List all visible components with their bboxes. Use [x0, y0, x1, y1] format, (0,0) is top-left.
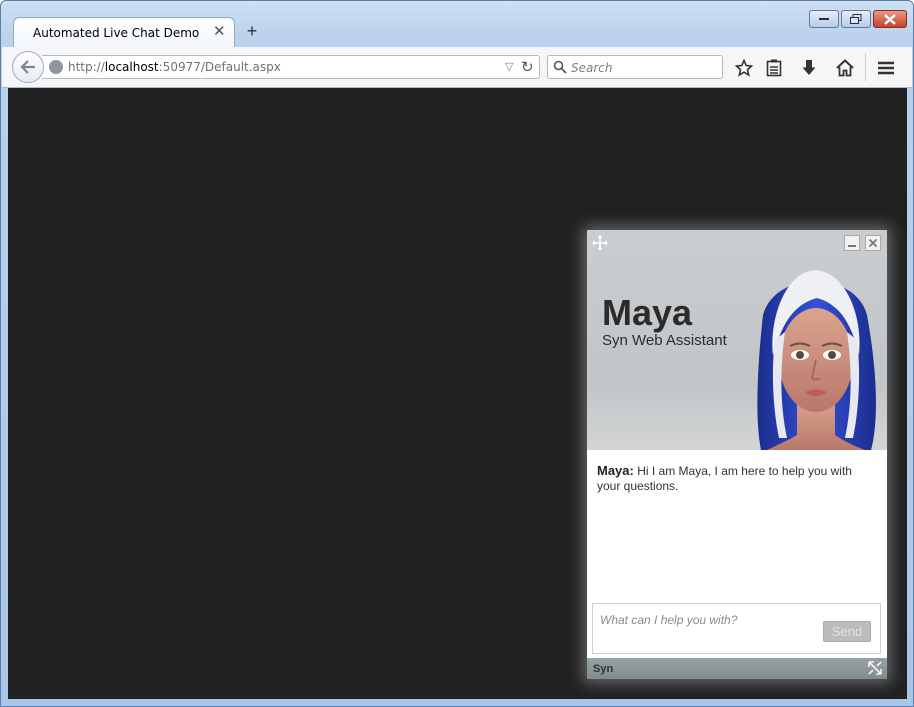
back-icon	[20, 60, 35, 74]
restore-button[interactable]	[841, 10, 871, 28]
address-bar[interactable]: http://localhost:50977/Default.aspx ▽ ↻	[42, 55, 540, 79]
chat-message: Maya: Hi I am Maya, I am here to help yo…	[597, 463, 877, 494]
url-scheme: http://	[68, 60, 105, 74]
chat-footer: Syn	[587, 658, 887, 679]
globe-icon	[49, 60, 63, 74]
bookmark-star-button[interactable]	[733, 57, 755, 79]
toolbar-separator	[865, 53, 866, 81]
close-icon	[884, 13, 896, 25]
chat-input[interactable]: What can I help you with? Send	[592, 603, 881, 654]
minimize-icon	[848, 245, 856, 247]
restore-icon	[850, 14, 862, 24]
chat-input-placeholder: What can I help you with?	[600, 613, 738, 627]
avatar-image	[757, 270, 876, 450]
chat-messages: Maya: Hi I am Maya, I am here to help yo…	[587, 450, 887, 600]
menu-icon	[878, 61, 894, 75]
close-icon	[868, 238, 878, 248]
tab-active[interactable]: Automated Live Chat Demo ✕	[13, 17, 235, 47]
message-author: Maya:	[597, 463, 634, 478]
chat-widget: Maya Syn Web Assistant Maya: Hi I am May…	[587, 230, 887, 679]
search-icon	[553, 60, 567, 74]
tab-title: Automated Live Chat Demo	[33, 26, 200, 40]
expand-icon[interactable]	[868, 661, 882, 675]
new-tab-button[interactable]: +	[244, 21, 260, 41]
send-button[interactable]: Send	[823, 621, 871, 642]
footer-label: Syn	[593, 663, 614, 675]
search-box[interactable]: Search	[547, 55, 723, 79]
url-host: localhost	[104, 60, 159, 74]
minimize-button[interactable]	[809, 10, 839, 28]
url-text: http://localhost:50977/Default.aspx	[68, 60, 281, 74]
browser-window: Automated Live Chat Demo ✕ + http://loca…	[0, 0, 914, 707]
close-button[interactable]	[873, 10, 907, 28]
tab-close-icon[interactable]: ✕	[213, 24, 226, 40]
downloads-button[interactable]	[798, 57, 820, 79]
window-controls	[809, 10, 907, 28]
menu-button[interactable]	[875, 57, 897, 79]
url-path: :50977/Default.aspx	[158, 60, 281, 74]
home-button[interactable]	[834, 57, 856, 79]
agent-role: Syn Web Assistant	[602, 332, 727, 349]
message-text: Hi I am Maya, I am here to help you with…	[597, 464, 852, 493]
chat-header: Maya Syn Web Assistant	[587, 230, 887, 450]
navigation-toolbar: http://localhost:50977/Default.aspx ▽ ↻ …	[2, 47, 912, 88]
history-dropdown-icon[interactable]: ▽	[505, 60, 513, 73]
star-icon	[735, 59, 753, 77]
download-icon	[802, 60, 816, 75]
reading-list-icon	[766, 59, 782, 77]
reading-list-button[interactable]	[763, 57, 785, 79]
move-icon[interactable]	[592, 235, 608, 251]
back-button[interactable]	[12, 51, 44, 83]
agent-name: Maya	[602, 292, 693, 333]
title-bar: Automated Live Chat Demo ✕ +	[1, 1, 913, 47]
chat-close-button[interactable]	[865, 235, 881, 251]
chat-minimize-button[interactable]	[844, 235, 860, 251]
reload-icon[interactable]: ↻	[521, 58, 534, 76]
search-placeholder: Search	[571, 61, 613, 75]
minimize-icon	[819, 18, 829, 20]
home-icon	[836, 59, 854, 77]
